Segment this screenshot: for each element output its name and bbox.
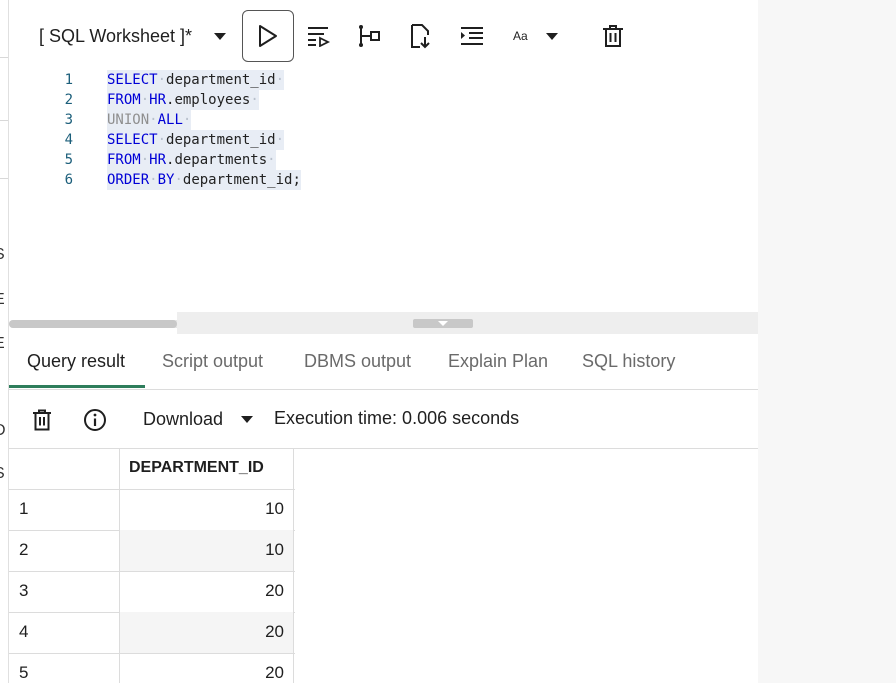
table-row[interactable]: 2 10: [9, 530, 295, 572]
sql-worksheet-panel: [ SQL Worksheet ]* Aa 1 SELECT·departmen…: [8, 0, 760, 683]
code-text: SELECT·department_id·: [107, 130, 285, 150]
code-line: 4 SELECT·department_id·: [9, 130, 759, 150]
line-number: 3: [64, 112, 73, 128]
splitter-handle[interactable]: [413, 319, 473, 328]
explain-plan-button[interactable]: [343, 10, 395, 62]
format-button[interactable]: [446, 10, 498, 62]
divider: [0, 178, 8, 179]
execution-time: Execution time: 0.006 seconds: [274, 408, 520, 428]
row-number: 4: [19, 622, 29, 641]
line-number: 5: [64, 152, 73, 168]
divider: [0, 120, 8, 121]
active-tab-indicator: [9, 385, 145, 388]
info-button[interactable]: [81, 406, 109, 434]
row-number: 5: [19, 663, 29, 682]
results-toolbar: Download Execution time: 0.006 seconds: [9, 390, 759, 449]
chevron-down-icon: [214, 32, 227, 40]
table-row[interactable]: 4 20: [9, 612, 295, 654]
table-row[interactable]: 1 10: [9, 489, 295, 531]
column-header[interactable]: DEPARTMENT_ID: [119, 449, 294, 489]
right-background: [758, 0, 896, 683]
download-label: Download: [143, 408, 224, 429]
cell-value[interactable]: 10: [119, 489, 294, 530]
code-line: 6 ORDER·BY·department_id;: [9, 170, 759, 190]
left-fragment: E: [0, 335, 5, 353]
worksheet-title: [ SQL Worksheet ]*: [39, 25, 193, 46]
code-line: 5 FROM·HR.departments·: [9, 150, 759, 170]
grid-header-row: DEPARTMENT_ID: [9, 449, 295, 490]
row-number: 2: [19, 540, 29, 559]
explain-plan-icon: [359, 25, 380, 47]
collapse-arrow-icon: [438, 321, 448, 326]
tab-script-output[interactable]: Script output: [162, 336, 263, 389]
code-text: ORDER·BY·department_id;: [107, 170, 301, 190]
chevron-down-icon: [545, 32, 558, 40]
autotrace-button[interactable]: [394, 10, 446, 62]
worksheet-selector[interactable]: [ SQL Worksheet ]*: [39, 22, 227, 50]
download-menu[interactable]: Download: [143, 406, 254, 432]
row-number: 1: [19, 499, 29, 518]
cell-value[interactable]: 20: [119, 653, 294, 683]
left-fragment: E: [0, 291, 5, 309]
clear-results-button[interactable]: [28, 406, 56, 434]
left-fragment: D: [0, 422, 6, 440]
tab-explain-plan[interactable]: Explain Plan: [448, 336, 548, 389]
autotrace-icon: [411, 24, 430, 49]
code-text: FROM·HR.departments·: [107, 150, 276, 170]
cell-value[interactable]: 20: [119, 571, 294, 612]
scrollbar-thumb[interactable]: [9, 320, 177, 328]
run-statement-button[interactable]: [242, 10, 294, 62]
line-number: 2: [64, 92, 73, 108]
code-line: 1 SELECT·department_id·: [9, 70, 759, 90]
code-text: UNION·ALL·: [107, 110, 192, 130]
chevron-down-icon: [241, 415, 254, 423]
line-number: 1: [64, 72, 73, 88]
run-script-button[interactable]: [293, 10, 345, 62]
code-line: 3 UNION·ALL·: [9, 110, 759, 130]
font-size-menu[interactable]: Aa: [513, 22, 558, 50]
divider: [0, 57, 8, 58]
output-tabs: Query result Script output DBMS output E…: [9, 336, 759, 390]
run-icon: [259, 25, 277, 47]
info-icon: [84, 409, 106, 431]
table-row[interactable]: 3 20: [9, 571, 295, 613]
trash-icon: [603, 25, 623, 47]
tab-sql-history[interactable]: SQL history: [582, 336, 675, 389]
font-size-icon: Aa: [513, 29, 528, 43]
left-panel-edge: ) S E E D S: [0, 0, 8, 683]
line-number: 6: [64, 172, 73, 188]
format-icon: [461, 27, 483, 45]
tab-query-result[interactable]: Query result: [27, 336, 125, 389]
clear-button[interactable]: [587, 10, 639, 62]
left-fragment: S: [0, 246, 5, 264]
cell-value[interactable]: 20: [119, 612, 294, 653]
sql-editor[interactable]: 1 SELECT·department_id· 2 FROM·HR.employ…: [9, 70, 759, 312]
worksheet-toolbar: [ SQL Worksheet ]* Aa: [9, 0, 759, 70]
run-script-icon: [308, 27, 331, 47]
tab-dbms-output[interactable]: DBMS output: [304, 336, 411, 389]
code-text: FROM·HR.employees·: [107, 90, 259, 110]
table-row[interactable]: 5 20: [9, 653, 295, 683]
left-fragment: S: [0, 465, 5, 483]
code-line: 2 FROM·HR.employees·: [9, 90, 759, 110]
row-number: 3: [19, 581, 29, 600]
code-text: SELECT·department_id·: [107, 70, 285, 90]
trash-icon: [33, 409, 51, 431]
cell-value[interactable]: 10: [119, 530, 294, 571]
line-number: 4: [64, 132, 73, 148]
